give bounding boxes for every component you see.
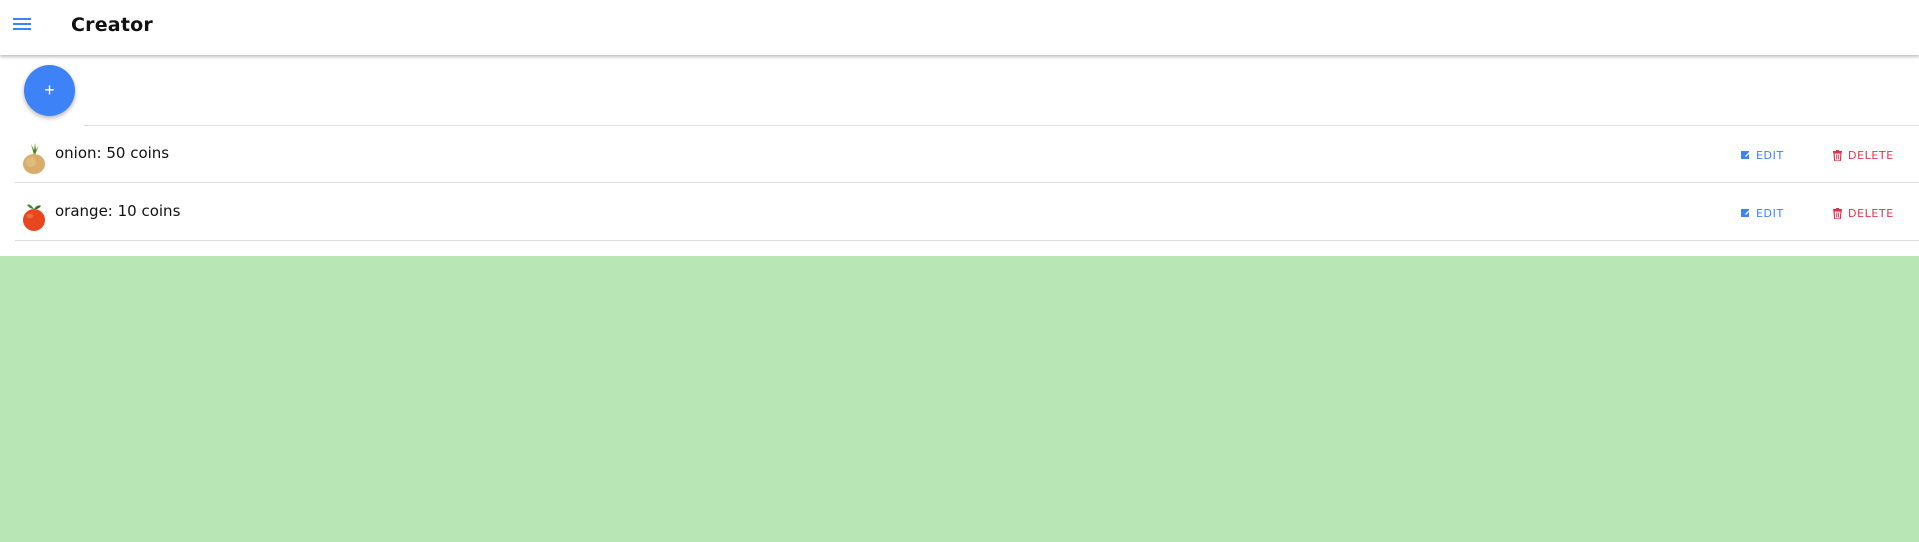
hamburger-menu-icon[interactable] bbox=[12, 16, 42, 40]
plus-icon: + bbox=[44, 80, 55, 100]
orange-icon bbox=[21, 202, 47, 232]
list-item: orange: 10 coins EDIT DELETE bbox=[15, 183, 1919, 241]
edit-label: EDIT bbox=[1756, 148, 1784, 162]
edit-icon bbox=[1741, 150, 1751, 161]
edit-button[interactable]: EDIT bbox=[1741, 144, 1784, 166]
add-item-button[interactable]: + bbox=[24, 65, 75, 116]
item-label: onion: 50 coins bbox=[55, 144, 170, 162]
delete-label: DELETE bbox=[1848, 148, 1894, 162]
trash-icon bbox=[1833, 149, 1843, 161]
delete-label: DELETE bbox=[1848, 206, 1894, 220]
edit-label: EDIT bbox=[1756, 206, 1784, 220]
main-content: + onion: 50 coins EDIT DELETE orange: 10… bbox=[0, 55, 1919, 256]
trash-icon bbox=[1833, 207, 1843, 219]
item-label: orange: 10 coins bbox=[55, 202, 181, 220]
onion-icon bbox=[21, 141, 47, 175]
delete-button[interactable]: DELETE bbox=[1833, 144, 1894, 166]
app-title: Creator bbox=[71, 14, 153, 36]
edit-icon bbox=[1741, 208, 1751, 219]
app-header: Creator bbox=[0, 0, 1919, 55]
edit-button[interactable]: EDIT bbox=[1741, 202, 1784, 224]
item-list: onion: 50 coins EDIT DELETE orange: 10 c… bbox=[15, 125, 1919, 241]
delete-button[interactable]: DELETE bbox=[1833, 202, 1894, 224]
list-item: onion: 50 coins EDIT DELETE bbox=[15, 125, 1919, 183]
